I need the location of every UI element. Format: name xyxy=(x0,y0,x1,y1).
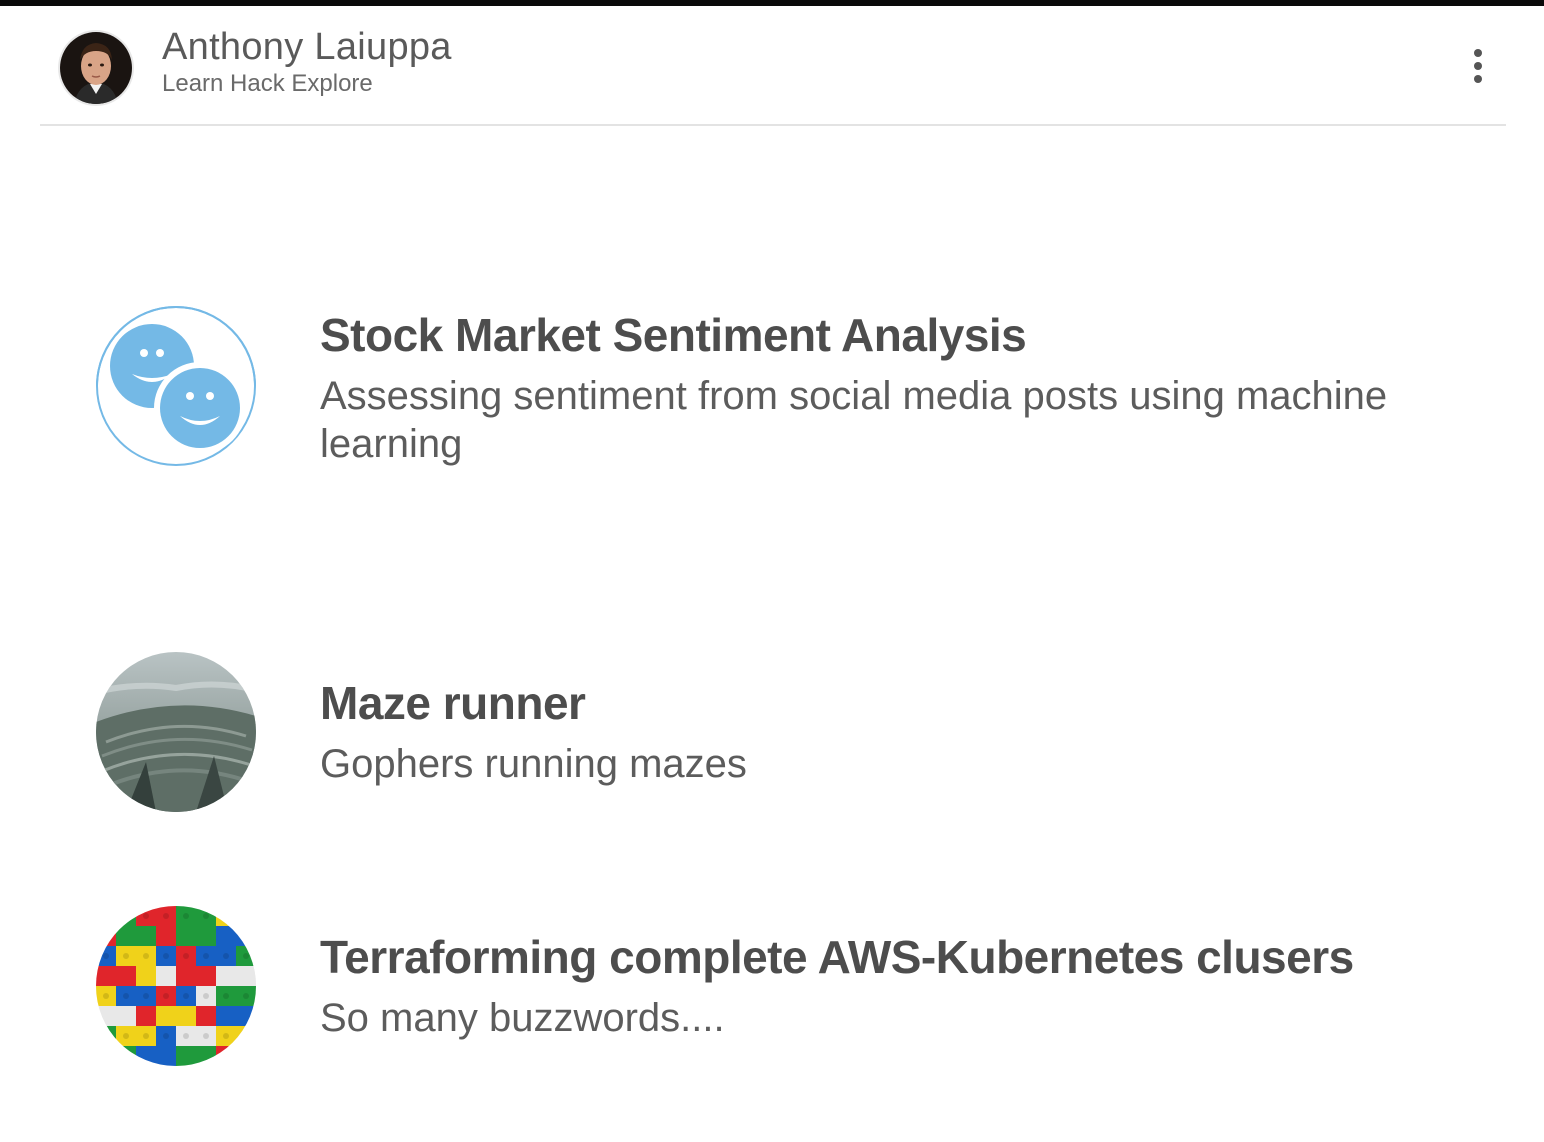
header: Anthony Laiuppa Learn Hack Explore xyxy=(40,6,1506,126)
project-title[interactable]: Terraforming complete AWS-Kubernetes clu… xyxy=(320,930,1440,984)
avatar[interactable] xyxy=(60,32,132,104)
project-description: Gophers running mazes xyxy=(320,742,747,786)
project-text: Terraforming complete AWS-Kubernetes clu… xyxy=(320,930,1440,1042)
maze-thumbnail xyxy=(96,652,256,812)
user-tagline: Learn Hack Explore xyxy=(162,70,373,97)
menu-dot xyxy=(1474,75,1482,83)
more-vert-icon[interactable] xyxy=(1462,42,1494,90)
project-title[interactable]: Maze runner xyxy=(320,676,1440,730)
project-description: So many buzzwords.... xyxy=(320,996,725,1040)
sentiment-thumbnail xyxy=(96,306,256,466)
user-name: Anthony Laiuppa xyxy=(162,26,452,68)
project-title[interactable]: Stock Market Sentiment Analysis xyxy=(320,308,1440,362)
lego-thumbnail xyxy=(96,906,256,1066)
lego-bricks-photo[interactable] xyxy=(96,906,256,1066)
menu-dot xyxy=(1474,62,1482,70)
project-text: Maze runner Gophers running mazes xyxy=(320,676,1440,788)
maze-photo[interactable] xyxy=(96,652,256,812)
smiley-faces-icon[interactable] xyxy=(96,306,256,466)
project-text: Stock Market Sentiment Analysis Assessin… xyxy=(320,308,1440,468)
menu-dot xyxy=(1474,49,1482,57)
avatar-portrait xyxy=(60,32,132,104)
project-description: Assessing sentiment from social media po… xyxy=(320,374,1388,466)
page: Anthony Laiuppa Learn Hack Explore Stock… xyxy=(0,0,1544,1142)
